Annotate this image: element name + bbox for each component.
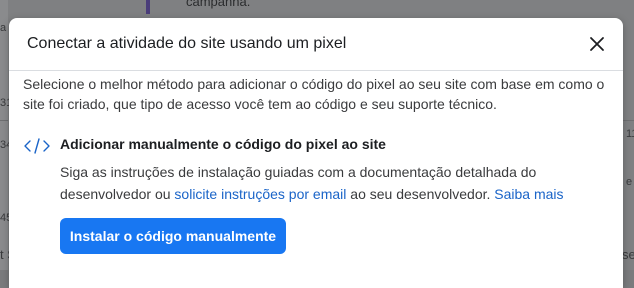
background-divider — [0, 120, 8, 121]
learn-more-link[interactable]: Saiba mais — [494, 186, 563, 202]
option-title: Adicionar manualmente o código do pixel … — [60, 136, 386, 152]
dialog-header: Conectar a atividade do site usando um p… — [9, 18, 623, 71]
dialog-title: Conectar a atividade do site usando um p… — [27, 35, 347, 52]
background-accent-bar — [146, 0, 150, 14]
close-icon — [590, 37, 604, 51]
request-instructions-link[interactable]: solicite instruções por email — [174, 186, 346, 202]
background-text: 11 — [626, 128, 634, 140]
install-code-manually-button[interactable]: Instalar o código manualmente — [60, 218, 286, 254]
dialog-description: Selecione o melhor método para adicionar… — [23, 76, 605, 112]
pixel-setup-dialog: Conectar a atividade do site usando um p… — [9, 18, 623, 288]
background-text: e — [626, 176, 633, 188]
code-icon — [23, 137, 51, 155]
background-divider — [623, 120, 634, 121]
close-button[interactable] — [585, 32, 609, 56]
background-text: se — [622, 247, 634, 262]
background-sidebar — [0, 0, 8, 270]
option-description-text: ao seu desenvolvedor. — [346, 186, 495, 202]
background-text: campanha. — [186, 0, 251, 9]
option-description: Siga as instruções de instalação guiadas… — [60, 161, 600, 205]
